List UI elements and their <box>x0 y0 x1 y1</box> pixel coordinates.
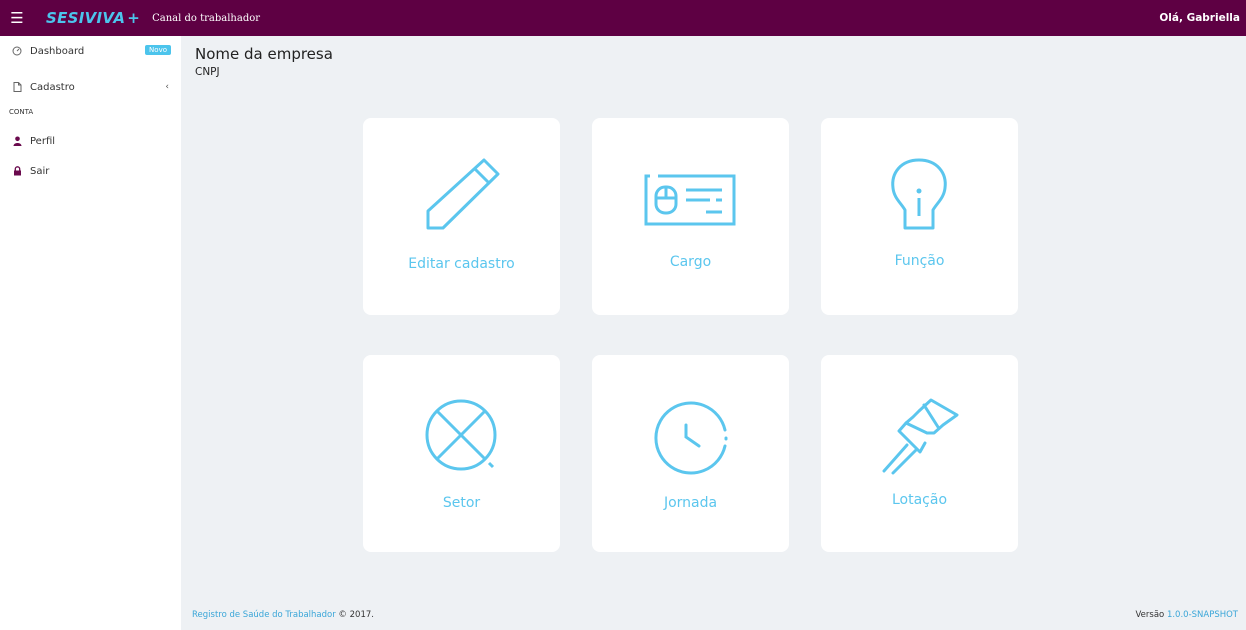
card-lotacao[interactable]: Lotação <box>821 355 1018 552</box>
footer-copyright: © 2017. <box>335 609 374 620</box>
app-subtitle: Canal do trabalhador <box>152 12 261 24</box>
footer-link[interactable]: Registro de Saúde do Trabalhador <box>192 610 336 620</box>
sidebar-item-label: Sair <box>30 165 50 177</box>
lightbulb-icon <box>891 158 947 230</box>
card-label: Lotação <box>891 492 948 508</box>
pushpin-icon <box>882 398 959 475</box>
footer-left: Registro de Saúde do Trabalhador © 2017. <box>192 610 374 620</box>
card-label: Setor <box>442 495 481 511</box>
section-header-conta: CONTA <box>9 108 34 116</box>
card-label: Função <box>894 253 945 269</box>
card-funcao[interactable]: Função <box>821 118 1018 315</box>
sidebar-item-dashboard[interactable]: Dashboard Novo <box>0 36 181 66</box>
sidebar-item-label: Dashboard <box>30 45 85 57</box>
sidebar-item-label: Cadastro <box>30 81 75 93</box>
version-label: Versão <box>1135 609 1167 620</box>
card-jornada[interactable]: Jornada <box>592 355 789 552</box>
card-setor[interactable]: Setor <box>363 355 560 552</box>
version-link[interactable]: 1.0.0-SNAPSHOT <box>1167 610 1238 620</box>
gauge-icon <box>10 46 24 56</box>
new-badge: Novo <box>145 45 171 55</box>
lock-icon <box>10 166 24 176</box>
user-greeting[interactable]: Olá, Gabriella <box>1159 12 1240 24</box>
sidebar-item-perfil[interactable]: Perfil <box>0 126 181 156</box>
user-icon <box>10 136 24 146</box>
crossed-circle-icon <box>425 399 497 471</box>
card-label: Editar cadastro <box>408 256 515 272</box>
logo-text-viva: VIVA <box>84 9 126 27</box>
logo-text-sesi: SESI <box>46 9 85 27</box>
company-name: Nome da empresa <box>195 45 333 63</box>
footer: Registro de Saúde do Trabalhador © 2017.… <box>181 599 1246 630</box>
id-card-icon <box>644 174 736 226</box>
sidebar-item-label: Perfil <box>30 135 56 147</box>
document-icon <box>10 82 24 92</box>
card-label: Jornada <box>663 495 718 511</box>
pencil-icon <box>426 158 500 230</box>
clock-icon <box>654 401 728 475</box>
sidebar-item-sair[interactable]: Sair <box>0 156 181 186</box>
logo-plus: + <box>127 9 141 27</box>
hamburger-icon[interactable]: ☰ <box>0 0 34 36</box>
logo[interactable]: SESIVIVA + <box>46 9 140 27</box>
chevron-left-icon: ‹ <box>165 82 169 92</box>
card-editar-cadastro[interactable]: Editar cadastro <box>363 118 560 315</box>
card-label: Cargo <box>669 254 712 270</box>
card-cargo[interactable]: Cargo <box>592 118 789 315</box>
footer-version: Versão 1.0.0-SNAPSHOT <box>1136 610 1238 620</box>
sidebar: Dashboard Novo Cadastro ‹ CONTA Perfil S… <box>0 36 181 630</box>
sidebar-item-cadastro[interactable]: Cadastro ‹ <box>0 72 181 102</box>
main-content: Nome da empresa CNPJ Editar cadastro Car… <box>181 36 1246 599</box>
company-cnpj: CNPJ <box>195 66 220 78</box>
top-bar: ☰ SESIVIVA + Canal do trabalhador Olá, Ga… <box>0 0 1246 36</box>
